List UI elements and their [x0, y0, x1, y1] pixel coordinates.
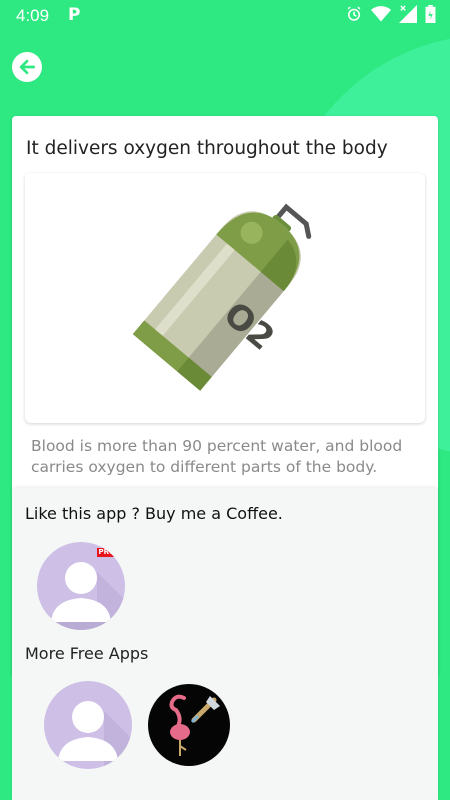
buy-coffee-title: Like this app ? Buy me a Coffee.	[25, 504, 283, 523]
flamingo-app-icon[interactable]	[148, 684, 230, 766]
oxygen-tank-icon: O2	[132, 203, 312, 391]
wifi-icon	[371, 6, 391, 22]
support-sheet: Like this app ? Buy me a Coffee. PRO Mor…	[12, 488, 438, 800]
fact-image-container: O2	[25, 173, 425, 423]
notification-p-icon: P	[68, 5, 81, 25]
back-arrow-icon	[19, 59, 36, 75]
status-bar: 4:09 P	[0, 0, 450, 32]
fact-description: Blood is more than 90 percent water, and…	[31, 437, 403, 476]
status-time: 4:09	[16, 6, 50, 25]
alarm-icon	[347, 6, 361, 21]
back-button[interactable]	[12, 52, 42, 82]
battery-icon	[425, 5, 436, 23]
person-icon	[58, 701, 132, 769]
more-free-apps-label: More Free Apps	[25, 644, 149, 663]
flamingo-icon	[169, 694, 220, 756]
free-app-avatar[interactable]	[44, 681, 132, 769]
fact-title: It delivers oxygen throughout the body	[26, 138, 388, 159]
signal-icon	[399, 5, 417, 23]
pro-badge: PRO	[96, 548, 117, 557]
pro-app-avatar[interactable]: PRO	[37, 542, 125, 630]
status-icons	[345, 5, 436, 23]
